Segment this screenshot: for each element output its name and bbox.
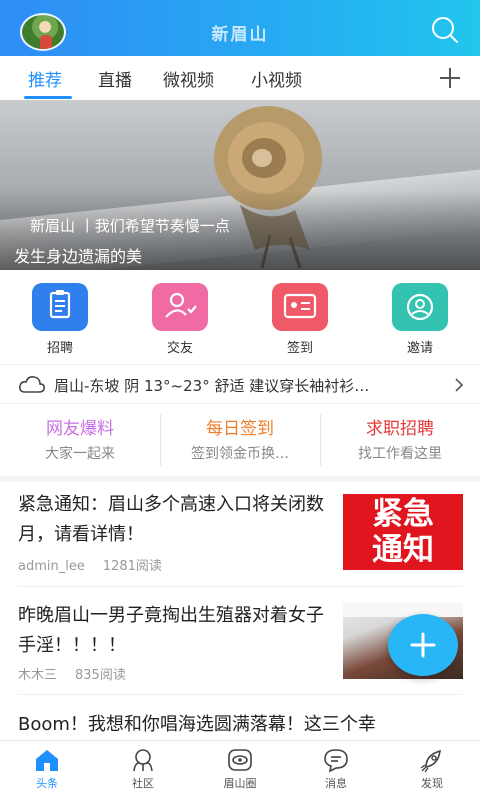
- quick-invite-label: 邀请: [406, 341, 433, 356]
- nav-meishan-circle[interactable]: 眉山圈: [208, 747, 272, 791]
- quick-friends[interactable]: 交友: [140, 283, 220, 356]
- top-header: 新眉山: [0, 0, 480, 56]
- news-title[interactable]: 紧急通知：眉山多个高速入口将关闭数月，请看详情！: [18, 490, 334, 550]
- tab-recommend[interactable]: 推荐: [28, 66, 62, 91]
- quick-checkin[interactable]: 签到: [260, 283, 340, 356]
- banner-source: 新眉山 丨我们希望节奏慢一点: [30, 217, 230, 235]
- compose-button[interactable]: [388, 614, 458, 676]
- feature-tipoff-subtitle: 大家一起来: [45, 446, 115, 462]
- invite-icon: [392, 283, 448, 331]
- bottom-nav: 头条 社区 眉山圈 消息 发现: [0, 740, 480, 800]
- tab-micro-video[interactable]: 微视频: [163, 66, 214, 91]
- feature-tipoff[interactable]: 网友爆料 大家一起来: [0, 414, 160, 468]
- feature-daily-checkin[interactable]: 每日签到 签到领金币换…: [160, 414, 320, 468]
- nav-messages-label: 消息: [325, 777, 347, 790]
- feature-tipoff-title: 网友爆料: [46, 419, 114, 439]
- feature-jobs-subtitle: 找工作看这里: [358, 446, 442, 462]
- news-separator: [18, 694, 462, 695]
- weather-text: 眉山-东坡 阴 13°~23° 舒适 建议穿长袖衬衫…: [54, 377, 370, 395]
- search-icon[interactable]: [430, 15, 460, 45]
- news-reads: 835阅读: [75, 668, 126, 683]
- nav-discover[interactable]: 发现: [400, 747, 464, 791]
- nav-headlines[interactable]: 头条: [15, 747, 79, 791]
- quick-recruit-label: 招聘: [46, 341, 73, 356]
- clipboard-icon: [32, 283, 88, 331]
- message-icon: [324, 749, 348, 773]
- community-icon: [133, 749, 153, 772]
- news-meta: 木木三 835阅读: [18, 664, 126, 683]
- tab-short-video[interactable]: 小视频: [251, 66, 302, 91]
- feature-checkin-subtitle: 签到领金币换…: [191, 446, 289, 462]
- chevron-right-icon: [455, 378, 464, 392]
- thumbnail-text: 紧急 通知: [372, 496, 434, 568]
- news-thumbnail[interactable]: 紧急 通知: [343, 494, 463, 570]
- quick-friends-label: 交友: [166, 341, 193, 356]
- eye-circle-icon: [228, 749, 252, 771]
- plus-icon: [410, 632, 436, 658]
- idcard-icon: [272, 283, 328, 331]
- feature-checkin-title: 每日签到: [206, 419, 274, 439]
- friend-icon: [152, 283, 208, 331]
- cloud-icon: [19, 376, 45, 393]
- app-brand: 新眉山: [211, 25, 269, 45]
- quick-checkin-label: 签到: [286, 341, 313, 356]
- news-title[interactable]: 昨晚眉山一男子竟掏出生殖器对着女子手淫！！！！: [18, 601, 334, 661]
- nav-community[interactable]: 社区: [111, 747, 175, 791]
- news-title[interactable]: Boom！我想和你唱海选圆满落幕！这三个幸: [18, 710, 468, 740]
- section-gap: [0, 476, 480, 482]
- tab-live[interactable]: 直播: [98, 66, 132, 91]
- feature-jobs-title: 求职招聘: [366, 419, 434, 439]
- news-meta: admin_lee 1281阅读: [18, 555, 162, 574]
- active-tab-indicator: [24, 96, 72, 99]
- nav-meishan-circle-label: 眉山圈: [223, 777, 257, 790]
- news-separator: [18, 586, 462, 587]
- news-reads: 1281阅读: [102, 559, 162, 574]
- banner-title[interactable]: 发生身边遗漏的美: [14, 243, 142, 267]
- news-author: admin_lee: [18, 559, 85, 574]
- plus-icon[interactable]: [438, 66, 462, 90]
- nav-discover-label: 发现: [421, 777, 443, 790]
- home-icon: [36, 750, 58, 771]
- quick-recruit[interactable]: 招聘: [20, 283, 100, 356]
- quick-invite[interactable]: 邀请: [380, 283, 460, 356]
- nav-community-label: 社区: [132, 777, 154, 790]
- feature-jobs[interactable]: 求职招聘 找工作看这里: [320, 414, 480, 468]
- news-author: 木木三: [18, 668, 58, 683]
- nav-headlines-label: 头条: [36, 777, 58, 790]
- channel-tabs: 推荐 直播 微视频 小视频: [0, 56, 480, 100]
- weather-bar[interactable]: 眉山-东坡 阴 13°~23° 舒适 建议穿长袖衬衫…: [0, 364, 480, 404]
- rocket-icon: [420, 749, 441, 773]
- nav-messages[interactable]: 消息: [304, 747, 368, 791]
